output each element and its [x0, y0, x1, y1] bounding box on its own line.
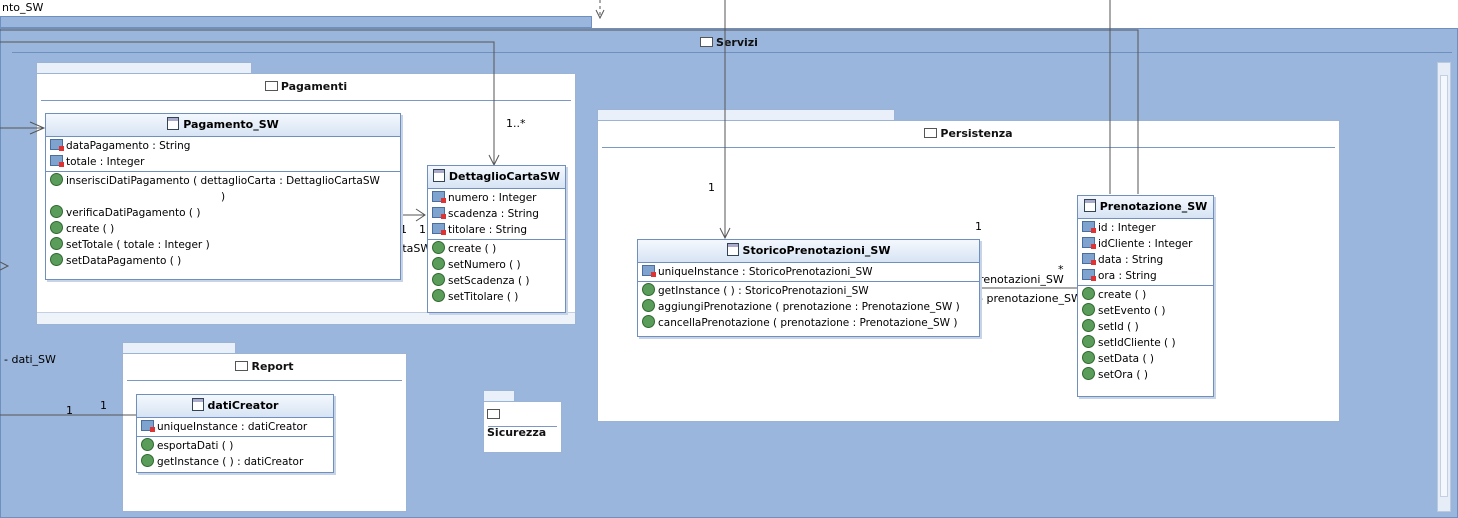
attribute-row[interactable]: dataPagamento : String: [46, 138, 400, 154]
operations-section: getInstance ( ) : StoricoPrenotazioni_SW…: [638, 282, 979, 332]
class-icon: [191, 398, 204, 411]
class-icon: [726, 243, 739, 256]
attributes-section: id : Integer idCliente : Integer data : …: [1078, 219, 1213, 286]
operation-icon: [50, 205, 63, 218]
operation-icon: [50, 173, 63, 186]
class-prenotazione-sw[interactable]: Prenotazione_SW id : Integer idCliente :…: [1077, 195, 1214, 397]
attribute-icon: [1082, 221, 1096, 233]
class-header: StoricoPrenotazioni_SW: [638, 240, 979, 263]
multiplicity-label: 1: [66, 404, 73, 417]
class-icon: [1083, 199, 1096, 212]
attribute-icon: [642, 265, 656, 277]
class-dati-creator[interactable]: datiCreator uniqueInstance : datiCreator…: [136, 394, 334, 473]
operation-row[interactable]: getInstance ( ) : StoricoPrenotazioni_SW: [638, 283, 979, 299]
operation-icon: [141, 438, 154, 451]
attributes-section: dataPagamento : String totale : Integer: [46, 137, 400, 172]
operations-section: create ( ) setEvento ( ) setId ( ) setId…: [1078, 286, 1213, 384]
attribute-icon: [141, 420, 155, 432]
operation-row[interactable]: create ( ): [46, 221, 400, 237]
operation-row[interactable]: verificaDatiPagamento ( ): [46, 205, 400, 221]
class-header: Prenotazione_SW: [1078, 196, 1213, 219]
attributes-section: uniqueInstance : StoricoPrenotazioni_SW: [638, 263, 979, 282]
attribute-row[interactable]: totale : Integer: [46, 154, 400, 170]
operation-icon: [642, 283, 655, 296]
class-icon: [432, 169, 445, 182]
operation-icon: [1082, 351, 1095, 364]
attribute-icon: [1082, 253, 1096, 265]
operation-row[interactable]: setData ( ): [1078, 351, 1213, 367]
attribute-row[interactable]: uniqueInstance : StoricoPrenotazioni_SW: [638, 264, 979, 280]
operation-icon: [1082, 287, 1095, 300]
operations-section: inserisciDatiPagamento ( dettaglioCarta …: [46, 172, 400, 270]
attribute-icon: [50, 139, 64, 151]
operation-row[interactable]: aggiungiPrenotazione ( prenotazione : Pr…: [638, 299, 979, 315]
operation-row[interactable]: setId ( ): [1078, 319, 1213, 335]
attribute-icon: [50, 155, 64, 167]
attribute-icon: [1082, 269, 1096, 281]
operation-icon: [432, 241, 445, 254]
multiplicity-label: *: [1058, 263, 1064, 276]
operation-icon: [432, 273, 445, 286]
class-pagamento-sw[interactable]: Pagamento_SW dataPagamento : String tota…: [45, 113, 401, 280]
operation-icon: [50, 221, 63, 234]
operation-icon: [642, 315, 655, 328]
attribute-icon: [432, 223, 446, 235]
multiplicity-label: 1: [975, 220, 982, 233]
attributes-section: numero : Integer scadenza : String titol…: [428, 189, 565, 240]
operation-row[interactable]: setDataPagamento ( ): [46, 253, 400, 269]
role-label-prenotazione: - prenotazione_SW: [979, 292, 1082, 305]
operation-icon: [50, 237, 63, 250]
operations-section: create ( ) setNumero ( ) setScadenza ( )…: [428, 240, 565, 306]
multiplicity-label: 1: [100, 399, 107, 412]
operation-icon: [50, 253, 63, 266]
operation-icon: [432, 257, 445, 270]
class-header: Pagamento_SW: [46, 114, 400, 137]
operation-icon: [642, 299, 655, 312]
operation-row[interactable]: create ( ): [428, 241, 565, 257]
operation-icon: [1082, 319, 1095, 332]
operation-icon: [1082, 335, 1095, 348]
operation-row[interactable]: inserisciDatiPagamento ( dettaglioCarta …: [46, 173, 400, 189]
attribute-icon: [432, 191, 446, 203]
operation-row[interactable]: esportaDati ( ): [137, 438, 333, 454]
class-header: DettaglioCartaSW: [428, 166, 565, 189]
attribute-row[interactable]: ora : String: [1078, 268, 1213, 284]
operations-section: esportaDati ( ) getInstance ( ) : datiCr…: [137, 437, 333, 471]
attribute-icon: [1082, 237, 1096, 249]
operation-icon: [432, 289, 445, 302]
attribute-row[interactable]: uniqueInstance : datiCreator: [137, 419, 333, 435]
operation-row[interactable]: setTitolare ( ): [428, 289, 565, 305]
role-label-dati: - dati_SW: [4, 353, 56, 366]
operation-row[interactable]: setOra ( ): [1078, 367, 1213, 383]
multiplicity-label: 1..*: [506, 117, 526, 130]
attribute-row[interactable]: scadenza : String: [428, 206, 565, 222]
operation-row[interactable]: create ( ): [1078, 287, 1213, 303]
operation-row[interactable]: cancellaPrenotazione ( prenotazione : Pr…: [638, 315, 979, 331]
arrowhead: [0, 261, 10, 271]
class-header: datiCreator: [137, 395, 333, 418]
attribute-icon: [432, 207, 446, 219]
operation-row[interactable]: setIdCliente ( ): [1078, 335, 1213, 351]
multiplicity-label: 1: [708, 181, 715, 194]
operation-icon: [1082, 367, 1095, 380]
operation-row[interactable]: setEvento ( ): [1078, 303, 1213, 319]
operation-row[interactable]: setScadenza ( ): [428, 273, 565, 289]
attribute-row[interactable]: titolare : String: [428, 222, 565, 238]
operation-row[interactable]: setNumero ( ): [428, 257, 565, 273]
attribute-row[interactable]: id : Integer: [1078, 220, 1213, 236]
operation-icon: [141, 454, 154, 467]
multiplicity-label: 1: [419, 223, 426, 236]
class-icon: [167, 117, 180, 130]
operation-row-continuation: ): [220, 191, 226, 203]
operation-icon: [1082, 303, 1095, 316]
operation-row[interactable]: setTotale ( totale : Integer ): [46, 237, 400, 253]
class-storico-prenotazioni-sw[interactable]: StoricoPrenotazioni_SW uniqueInstance : …: [637, 239, 980, 337]
multiplicity-label: 1: [400, 223, 407, 236]
operation-row[interactable]: getInstance ( ) : datiCreator: [137, 454, 333, 470]
attribute-row[interactable]: numero : Integer: [428, 190, 565, 206]
attribute-row[interactable]: data : String: [1078, 252, 1213, 268]
attribute-row[interactable]: idCliente : Integer: [1078, 236, 1213, 252]
attributes-section: uniqueInstance : datiCreator: [137, 418, 333, 437]
class-dettaglio-carta-sw[interactable]: DettaglioCartaSW numero : Integer scaden…: [427, 165, 566, 313]
